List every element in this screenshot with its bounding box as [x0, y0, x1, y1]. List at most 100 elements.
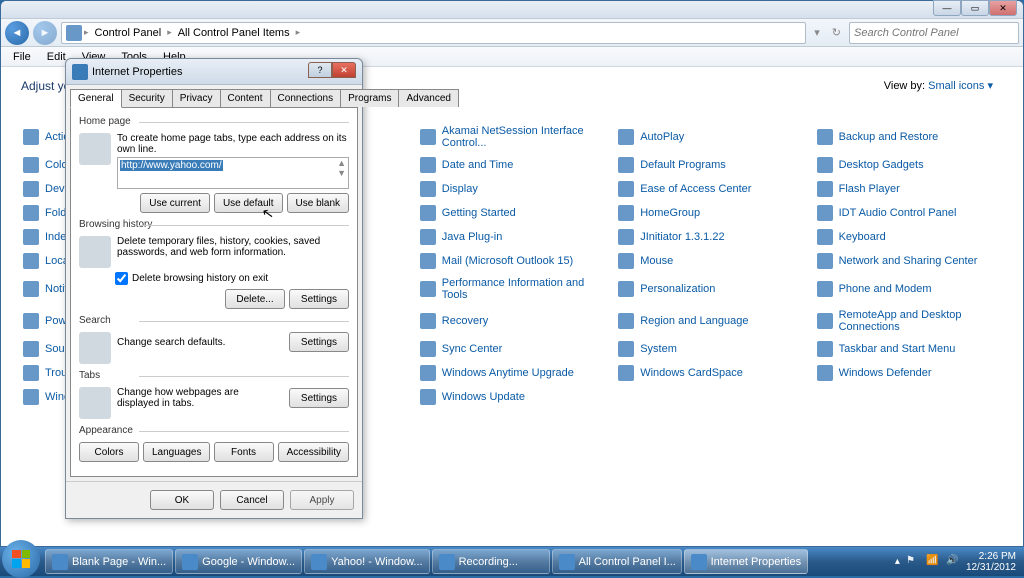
forward-button[interactable]: ► — [33, 21, 57, 45]
cp-item-icon — [817, 205, 833, 221]
tab-security[interactable]: Security — [121, 89, 173, 107]
close-button[interactable]: ✕ — [989, 0, 1017, 16]
taskbar-item[interactable]: Yahoo! - Window... — [304, 549, 430, 574]
start-button[interactable] — [2, 540, 40, 578]
clock-time[interactable]: 2:26 PM — [966, 551, 1016, 562]
volume-icon[interactable]: 🔊 — [946, 555, 960, 569]
dialog-footer: OK Cancel Apply — [66, 481, 362, 518]
cp-item[interactable]: Personalization — [616, 275, 804, 303]
maximize-button[interactable]: ▭ — [961, 0, 989, 16]
cp-item-icon — [618, 157, 634, 173]
use-current-button[interactable]: Use current — [140, 193, 210, 213]
cp-item[interactable]: Default Programs — [616, 155, 804, 175]
taskbar-item[interactable]: Blank Page - Win... — [45, 549, 173, 574]
dialog-help-button[interactable]: ? — [308, 62, 332, 78]
cp-item[interactable]: Windows CardSpace — [616, 363, 804, 383]
history-settings-button[interactable]: Settings — [289, 289, 349, 309]
fonts-button[interactable]: Fonts — [214, 442, 274, 462]
cp-item[interactable]: Mail (Microsoft Outlook 15) — [418, 251, 606, 271]
cp-item-icon — [618, 205, 634, 221]
tab-connections[interactable]: Connections — [270, 89, 342, 107]
cancel-button[interactable]: Cancel — [220, 490, 284, 510]
cp-item[interactable]: Display — [418, 179, 606, 199]
cp-item-icon — [420, 313, 436, 329]
cp-item[interactable]: Taskbar and Start Menu — [815, 339, 1003, 359]
flag-icon[interactable]: ⚑ — [906, 555, 920, 569]
ok-button[interactable]: OK — [150, 490, 214, 510]
cp-item-icon — [618, 313, 634, 329]
cp-item[interactable]: Windows Anytime Upgrade — [418, 363, 606, 383]
taskbar-item[interactable]: All Control Panel I... — [552, 549, 682, 574]
tab-general[interactable]: General — [70, 89, 122, 108]
cp-item[interactable]: Desktop Gadgets — [815, 155, 1003, 175]
cp-item[interactable]: HomeGroup — [616, 203, 804, 223]
cp-item-icon — [420, 365, 436, 381]
delete-on-exit-checkbox[interactable] — [115, 272, 128, 285]
homepage-url-input[interactable]: http://www.yahoo.com/ ▲▼ — [117, 157, 349, 189]
delete-button[interactable]: Delete... — [225, 289, 285, 309]
breadcrumb-item[interactable]: Control Panel — [91, 27, 166, 39]
cp-item[interactable]: RemoteApp and Desktop Connections — [815, 307, 1003, 335]
languages-button[interactable]: Languages — [143, 442, 210, 462]
cp-item-icon — [618, 181, 634, 197]
cp-item[interactable]: Region and Language — [616, 307, 804, 335]
tabs-text: Change how webpages are displayed in tab… — [117, 387, 283, 409]
tab-content[interactable]: Content — [220, 89, 271, 107]
cp-item[interactable]: Network and Sharing Center — [815, 251, 1003, 271]
cp-item[interactable]: Ease of Access Center — [616, 179, 804, 199]
homepage-text: To create home page tabs, type each addr… — [117, 133, 349, 155]
accessibility-button[interactable]: Accessibility — [278, 442, 349, 462]
cp-item[interactable]: Akamai NetSession Interface Control... — [418, 123, 606, 151]
cp-item[interactable]: Sync Center — [418, 339, 606, 359]
back-button[interactable]: ◄ — [5, 21, 29, 45]
minimize-button[interactable]: — — [933, 0, 961, 16]
clock-date[interactable]: 12/31/2012 — [966, 562, 1016, 573]
network-icon[interactable]: 📶 — [926, 555, 940, 569]
menu-file[interactable]: File — [5, 49, 39, 65]
cp-item[interactable]: Recovery — [418, 307, 606, 335]
cp-item[interactable]: Getting Started — [418, 203, 606, 223]
colors-button[interactable]: Colors — [79, 442, 139, 462]
cp-item[interactable]: Backup and Restore — [815, 123, 1003, 151]
cp-item-icon — [618, 229, 634, 245]
view-by-dropdown[interactable]: Small icons ▾ — [928, 80, 993, 92]
search-settings-button[interactable]: Settings — [289, 332, 349, 352]
tabs-settings-button[interactable]: Settings — [289, 388, 349, 408]
history-icon — [79, 236, 111, 268]
cp-item[interactable]: Date and Time — [418, 155, 606, 175]
window-titlebar: — ▭ ✕ — [1, 1, 1023, 19]
cp-item[interactable]: Windows Defender — [815, 363, 1003, 383]
dialog-titlebar[interactable]: Internet Properties ? ✕ — [66, 59, 362, 85]
tab-advanced[interactable]: Advanced — [398, 89, 458, 107]
cp-item[interactable]: Windows Update — [418, 387, 606, 407]
cp-item[interactable]: Performance Information and Tools — [418, 275, 606, 303]
cp-item[interactable]: Phone and Modem — [815, 275, 1003, 303]
cp-item-icon — [420, 281, 436, 297]
cp-item[interactable]: Java Plug-in — [418, 227, 606, 247]
cp-item[interactable]: Flash Player — [815, 179, 1003, 199]
cp-item[interactable]: AutoPlay — [616, 123, 804, 151]
internet-options-icon — [72, 64, 88, 80]
tray-arrow-icon[interactable]: ▴ — [895, 556, 900, 567]
cp-item-icon — [23, 129, 39, 145]
search-input[interactable] — [854, 27, 1014, 39]
cp-item[interactable]: Mouse — [616, 251, 804, 271]
taskbar-item[interactable]: Google - Window... — [175, 549, 302, 574]
taskbar-item[interactable]: Internet Properties — [684, 549, 809, 574]
internet-properties-dialog: Internet Properties ? ✕ General Security… — [65, 58, 363, 519]
cp-item[interactable]: Keyboard — [815, 227, 1003, 247]
cp-item[interactable]: IDT Audio Control Panel — [815, 203, 1003, 223]
cp-item[interactable]: JInitiator 1.3.1.22 — [616, 227, 804, 247]
tab-privacy[interactable]: Privacy — [172, 89, 221, 107]
apply-button[interactable]: Apply — [290, 490, 354, 510]
search-box[interactable] — [849, 22, 1019, 44]
use-blank-button[interactable]: Use blank — [287, 193, 349, 213]
cp-item[interactable]: System — [616, 339, 804, 359]
breadcrumb[interactable]: ▸ Control Panel ▸ All Control Panel Item… — [61, 22, 806, 44]
cp-item-icon — [23, 253, 39, 269]
breadcrumb-item[interactable]: All Control Panel Items — [174, 27, 294, 39]
taskbar-item[interactable]: Recording... — [432, 549, 550, 574]
dialog-close-button[interactable]: ✕ — [332, 62, 356, 78]
system-tray[interactable]: ▴ ⚑ 📶 🔊 2:26 PM 12/31/2012 — [889, 551, 1022, 573]
tab-programs[interactable]: Programs — [340, 89, 399, 107]
